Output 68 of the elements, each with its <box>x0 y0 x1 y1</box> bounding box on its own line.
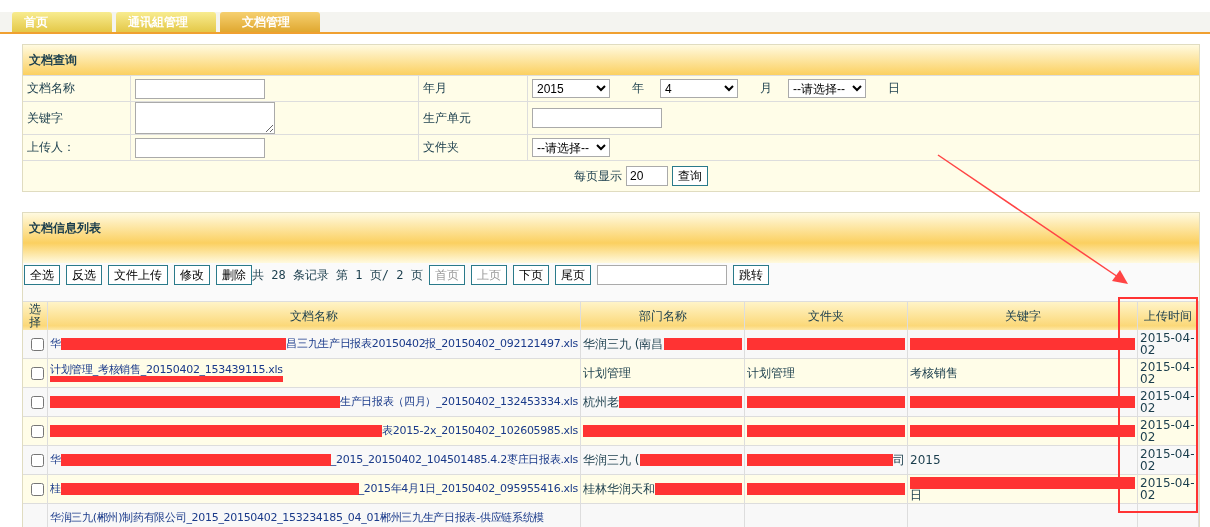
cell-text: 华 <box>50 454 61 466</box>
column-header: 文件夹 <box>745 302 908 330</box>
cell-text: 2015 <box>910 454 941 466</box>
day-select[interactable]: --请选择-- <box>788 79 866 98</box>
cell-text: 2015-04-02 <box>1140 419 1196 443</box>
column-header: 部门名称 <box>581 302 745 330</box>
row-checkbox[interactable] <box>30 482 44 496</box>
panel-title: 文档信息列表 <box>23 213 1199 243</box>
field-label: 文档名称 <box>27 80 75 97</box>
cell-text: 生产日报表（四月）_20150402_132453334.xls <box>339 396 578 408</box>
row-checkbox[interactable] <box>30 395 44 409</box>
cell-text: 司 <box>893 454 905 466</box>
search-button[interactable]: 查询 <box>672 166 708 186</box>
toolbar-button[interactable]: 删除 <box>216 265 252 285</box>
cell-text: 昌三九生产日报表20150402报_20150402_092121497.xls <box>286 338 578 350</box>
cell-text: 华润三九 ( <box>583 454 640 466</box>
cell-text: 表2015-2x_20150402_102605985.xls <box>382 425 578 437</box>
cell-text: 2015-04-02 <box>1140 477 1196 501</box>
input-field[interactable] <box>135 137 265 158</box>
input-field[interactable] <box>532 108 662 128</box>
toolbar-button[interactable]: 全选 <box>24 265 60 285</box>
cell-text: 2015-04-02 <box>1140 390 1196 414</box>
field-label: 生产单元 <box>423 109 471 127</box>
month-select[interactable]: 4 <box>660 79 738 98</box>
cell-text: 计划管理 <box>583 367 631 379</box>
cell-text: 桂 <box>50 483 61 495</box>
pager-button[interactable]: 下页 <box>512 265 549 285</box>
field-label: 年月 <box>423 80 447 97</box>
unit-label: 日 <box>888 80 900 97</box>
row-checkbox[interactable] <box>30 366 44 380</box>
row-checkbox[interactable] <box>30 453 44 467</box>
input-field[interactable] <box>135 78 265 99</box>
cell-text: 计划管理 <box>747 367 795 379</box>
column-header: 文档名称 <box>48 302 581 330</box>
toolbar-button[interactable]: 文件上传 <box>108 265 168 285</box>
row-checkbox[interactable] <box>30 337 44 351</box>
cell-text: 2015-04-02 <box>1140 361 1196 385</box>
field-label: 文件夹 <box>423 139 459 156</box>
redacted-text: 计划管理_考核销售_20150402_153439115.xls <box>50 364 283 382</box>
cell-text: 2015-04-02 <box>1140 448 1196 472</box>
cell-text: 考核销售 <box>910 367 958 379</box>
page-field[interactable] <box>596 265 727 285</box>
year-select[interactable]: 2015 <box>532 79 610 98</box>
toolbar-button[interactable]: 反选 <box>66 265 102 285</box>
keyword-field[interactable] <box>135 102 275 134</box>
column-header: 上传时间 <box>1138 302 1199 330</box>
field-label: 每页显示 <box>574 167 622 185</box>
field-label: 上传人： <box>27 139 75 156</box>
pager-text: 共 28 条记录 第 1 页/ 2 页 <box>252 266 423 284</box>
field-label: 关键字 <box>27 109 63 127</box>
cell-text: 华 <box>50 338 61 350</box>
unit-label: 年 <box>632 80 644 97</box>
panel-title: 文档查询 <box>23 45 1199 75</box>
cell-text: 日 <box>910 489 922 501</box>
per-page-field[interactable]: 20 <box>626 166 668 186</box>
cell-text: 2015-04-02 <box>1140 332 1196 356</box>
folder-select[interactable]: --请选择-- <box>532 138 610 157</box>
cell-text: 华润三九(郴州)制药有限公司_2015_20150402_153234185_04_01郴州三九生产日报表-供应链系统模 <box>50 512 545 524</box>
cell-text: 华润三九 (南昌 <box>583 338 664 350</box>
cell-text: 桂林华润天和 <box>583 483 655 495</box>
column-header: 关键字 <box>908 302 1138 330</box>
jump-button[interactable]: 跳转 <box>732 265 769 285</box>
cell-text: 杭州老 <box>583 396 619 408</box>
unit-label: 月 <box>760 80 772 97</box>
row-checkbox[interactable] <box>30 424 44 438</box>
toolbar-button[interactable]: 修改 <box>174 265 210 285</box>
pager-button[interactable]: 尾页 <box>554 265 591 285</box>
column-header: 选择 <box>23 302 48 330</box>
